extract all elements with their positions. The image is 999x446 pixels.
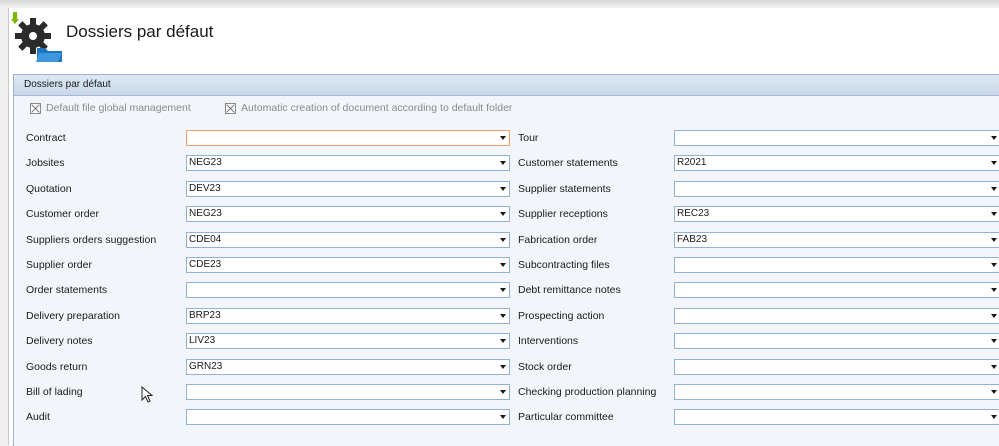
field-label: Particular committee <box>518 411 614 424</box>
folder-combobox[interactable]: NEG23 <box>186 155 510 172</box>
title-bar: Dossiers par défaut <box>9 8 999 64</box>
chevron-down-icon[interactable] <box>991 364 997 369</box>
chevron-down-icon[interactable] <box>991 339 997 344</box>
global-management-checkbox[interactable]: Default file global management <box>30 102 191 114</box>
combobox-value: NEG23 <box>189 157 222 169</box>
combobox-value: BRP23 <box>189 309 221 321</box>
combobox-value: DEV23 <box>189 182 221 194</box>
chevron-down-icon[interactable] <box>500 313 506 318</box>
field-label: Quotation <box>26 182 72 195</box>
folder-combobox[interactable] <box>674 180 999 197</box>
chevron-down-icon[interactable] <box>500 415 506 420</box>
folder-combobox[interactable] <box>674 130 999 146</box>
field-label: Customer order <box>26 208 99 221</box>
field-label: Subcontracting files <box>518 259 610 271</box>
chevron-down-icon[interactable] <box>500 263 506 267</box>
chevron-down-icon[interactable] <box>991 288 997 293</box>
field-label: Supplier statements <box>518 182 611 195</box>
checkbox-checked-icon <box>30 102 41 114</box>
chevron-down-icon[interactable] <box>991 390 997 394</box>
field-label: Goods return <box>26 360 88 373</box>
folder-combobox[interactable]: LIV23 <box>186 333 510 350</box>
combobox-value: LIV23 <box>189 335 216 347</box>
field-label: Prospecting action <box>518 309 605 322</box>
auto-creation-checkbox[interactable]: Automatic creation of document according… <box>225 102 512 114</box>
folder-combobox[interactable] <box>674 307 999 324</box>
panel-title: Dossiers par défaut <box>24 79 111 90</box>
folder-combobox[interactable] <box>674 257 999 273</box>
chevron-down-icon[interactable] <box>500 390 506 394</box>
window-shadow <box>0 0 999 8</box>
field-label: Checking production planning <box>518 386 657 398</box>
chevron-down-icon[interactable] <box>991 212 997 217</box>
mouse-pointer-icon <box>141 386 154 403</box>
chevron-down-icon[interactable] <box>991 237 997 242</box>
folder-combobox[interactable] <box>674 409 999 426</box>
combobox-value: R2021 <box>677 157 707 169</box>
chevron-down-icon[interactable] <box>991 136 997 140</box>
field-label: Jobsites <box>26 157 65 170</box>
chevron-down-icon[interactable] <box>500 136 506 140</box>
folder-combobox[interactable]: DEV23 <box>186 180 510 197</box>
field-label: Customer statements <box>518 157 618 170</box>
chevron-down-icon[interactable] <box>500 161 506 166</box>
field-label: Interventions <box>518 335 579 348</box>
chevron-down-icon[interactable] <box>500 212 506 217</box>
chevron-down-icon[interactable] <box>500 339 506 344</box>
folder-combobox[interactable]: CDE23 <box>186 257 510 273</box>
combobox-value: FAB23 <box>677 233 708 245</box>
chevron-down-icon[interactable] <box>500 288 506 293</box>
field-label: Supplier receptions <box>518 208 608 221</box>
folder-combobox[interactable]: FAB23 <box>674 231 999 248</box>
folder-combobox[interactable]: CDE04 <box>186 231 510 248</box>
combobox-value: NEG23 <box>189 208 222 220</box>
combobox-value: CDE23 <box>189 259 222 270</box>
field-label: Order statements <box>26 284 108 297</box>
panel-header: Dossiers par défaut <box>14 75 999 96</box>
folder-combobox[interactable] <box>674 358 999 375</box>
folder-combobox[interactable] <box>186 282 510 299</box>
app-window: Dossiers par défaut Dossiers par défaut … <box>8 8 999 446</box>
field-label: Bill of lading <box>26 386 83 398</box>
folder-combobox[interactable]: NEG23 <box>186 206 510 223</box>
chevron-down-icon[interactable] <box>991 415 997 420</box>
field-label: Tour <box>518 132 539 144</box>
chevron-down-icon[interactable] <box>991 313 997 318</box>
field-label: Stock order <box>518 360 572 373</box>
combobox-value: REC23 <box>677 208 710 220</box>
folder-combobox[interactable] <box>674 333 999 350</box>
chevron-down-icon[interactable] <box>500 364 506 369</box>
folder-combobox[interactable] <box>674 282 999 299</box>
chevron-down-icon[interactable] <box>500 237 506 242</box>
folder-combobox[interactable]: BRP23 <box>186 307 510 324</box>
field-label: Delivery preparation <box>26 309 120 322</box>
combobox-value: GRN23 <box>189 360 223 372</box>
window-title: Dossiers par défaut <box>66 22 214 41</box>
chevron-down-icon[interactable] <box>991 161 997 166</box>
field-label: Fabrication order <box>518 233 598 246</box>
folder-combobox[interactable] <box>186 409 510 426</box>
folder-combobox[interactable]: REC23 <box>674 206 999 223</box>
default-folders-panel: Dossiers par défaut Default file global … <box>13 74 999 446</box>
field-label: Audit <box>26 411 50 424</box>
checkbox-checked-icon <box>225 102 236 114</box>
field-label: Delivery notes <box>26 335 93 348</box>
checkbox-label: Default file global management <box>46 102 191 114</box>
folder-combobox[interactable]: R2021 <box>674 155 999 172</box>
folder-combobox[interactable]: GRN23 <box>186 358 510 375</box>
folder-combobox[interactable] <box>186 130 510 146</box>
gear-folder-icon <box>11 12 62 62</box>
checkbox-label: Automatic creation of document according… <box>241 102 513 114</box>
field-label: Suppliers orders suggestion <box>26 233 157 246</box>
folder-combobox[interactable] <box>674 384 999 400</box>
combobox-value: CDE04 <box>189 233 222 245</box>
field-label: Supplier order <box>26 259 92 271</box>
field-label: Contract <box>26 132 66 144</box>
chevron-down-icon[interactable] <box>500 186 506 191</box>
chevron-down-icon[interactable] <box>991 186 997 191</box>
folder-combobox[interactable] <box>186 384 510 400</box>
chevron-down-icon[interactable] <box>991 263 997 267</box>
field-label: Debt remittance notes <box>518 284 621 297</box>
